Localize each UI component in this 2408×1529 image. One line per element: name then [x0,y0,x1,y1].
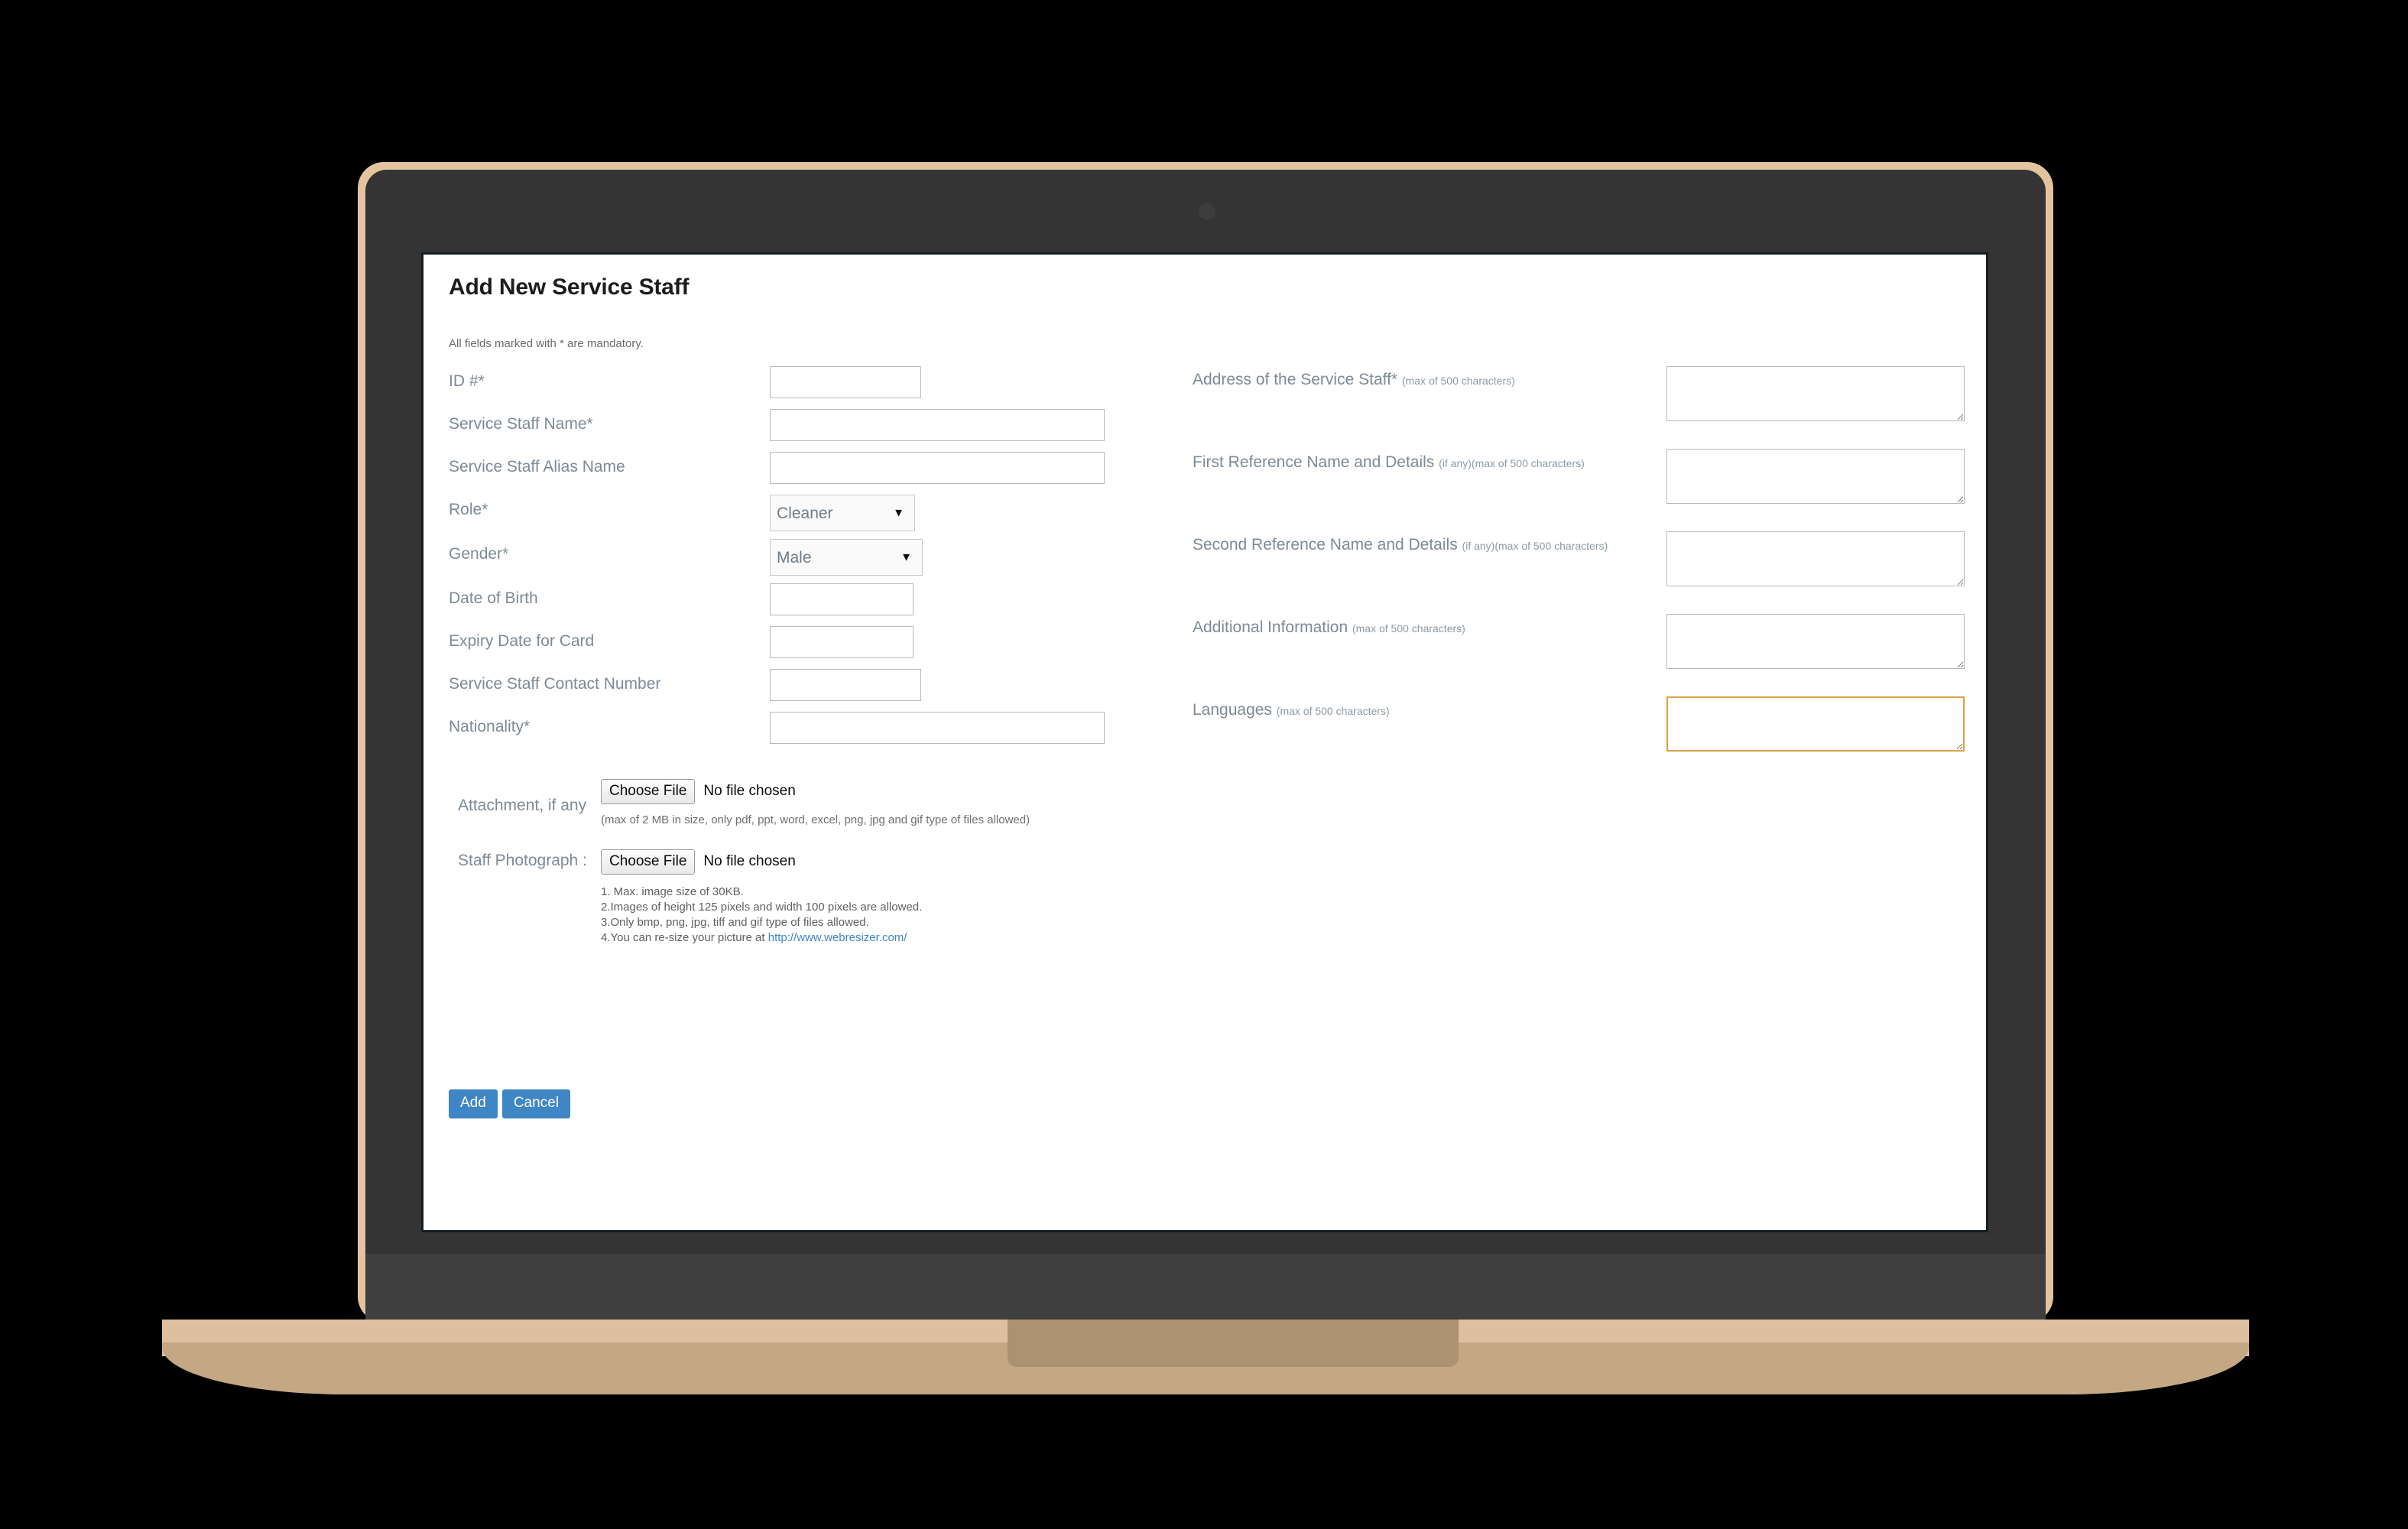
field-row-languages: Languages (max of 500 characters) [1193,696,1965,779]
photograph-rule-4: 4.You can re-size your picture at http:/… [601,931,907,944]
field-row-first-reference: First Reference Name and Details (if any… [1193,449,1965,531]
label-address-hint: (max of 500 characters) [1401,375,1515,387]
label-second-reference-hint: (if any)(max of 500 characters) [1462,540,1608,552]
field-row-address: Address of the Service Staff* (max of 50… [1193,366,1965,449]
staff-name-input[interactable] [770,409,1105,441]
contact-number-input[interactable] [770,669,921,701]
field-row-contact-number: Service Staff Contact Number [449,669,1152,712]
field-row-expiry-date: Expiry Date for Card [449,626,1152,669]
attachment-label: Attachment, if any [458,797,587,814]
right-form-column: Address of the Service Staff* (max of 50… [1193,366,1965,779]
label-address-text: Address of the Service Staff* [1193,371,1398,388]
second-reference-textarea[interactable] [1666,531,1965,586]
photograph-rule-3: 3.Only bmp, png, jpg, tiff and gif type … [601,916,869,929]
photograph-file-row: Choose File No file chosen [601,849,796,875]
field-row-gender: Gender* Male ▼ [449,539,1152,583]
attachment-file-status: No file chosen [703,783,796,800]
field-row-id: ID #* [449,366,1152,409]
laptop-deck [365,1254,2046,1327]
label-alias-name: Service Staff Alias Name [449,458,625,476]
form-page: Add New Service Staff All fields marked … [424,255,1986,1230]
label-second-reference: Second Reference Name and Details (if an… [1193,531,1666,556]
add-button[interactable]: Add [449,1089,498,1118]
label-additional-information-hint: (max of 500 characters) [1352,622,1465,635]
field-row-date-of-birth: Date of Birth [449,583,1152,626]
field-row-staff-name: Service Staff Name* [449,409,1152,452]
field-row-second-reference: Second Reference Name and Details (if an… [1193,531,1965,614]
role-select[interactable]: Cleaner [770,495,915,531]
field-row-role: Role* Cleaner ▼ [449,495,1152,539]
date-of-birth-input[interactable] [770,583,914,615]
browser-screen: Add New Service Staff All fields marked … [421,252,1988,1232]
form-actions: Add Cancel [449,1089,570,1118]
laptop-base-notch [1008,1320,1459,1367]
label-first-reference: First Reference Name and Details (if any… [1193,449,1666,473]
field-row-nationality: Nationality* [449,712,1152,755]
additional-information-textarea[interactable] [1666,614,1965,669]
attachment-choose-file-button[interactable]: Choose File [601,779,696,804]
id-input[interactable] [770,366,921,398]
left-form-column: ID #* Service Staff Name* Service Staff … [449,366,1152,755]
field-row-alias-name: Service Staff Alias Name [449,452,1152,495]
label-id: ID #* [449,372,485,390]
photograph-rule-2: 2.Images of height 125 pixels and width … [601,901,923,914]
languages-textarea[interactable] [1666,696,1965,752]
label-expiry-date: Expiry Date for Card [449,632,595,650]
photograph-label: Staff Photograph : [458,852,587,869]
field-row-additional-information: Additional Information (max of 500 chara… [1193,614,1965,696]
photograph-rule-4-text: 4.You can re-size your picture at [601,931,768,944]
photograph-rule-1: 1. Max. image size of 30KB. [601,885,744,898]
label-contact-number: Service Staff Contact Number [449,675,661,693]
photograph-choose-file-button[interactable]: Choose File [601,849,696,875]
label-role: Role* [449,501,488,518]
cancel-button[interactable]: Cancel [501,1089,570,1118]
attachment-hint: (max of 2 MB in size, only pdf, ppt, wor… [601,813,1030,826]
page-title: Add New Service Staff [449,274,690,300]
nationality-input[interactable] [770,712,1105,744]
label-date-of-birth: Date of Birth [449,589,538,607]
label-address: Address of the Service Staff* (max of 50… [1193,366,1666,391]
expiry-date-input[interactable] [770,626,914,658]
gender-select[interactable]: Male [770,539,923,576]
label-first-reference-text: First Reference Name and Details [1193,453,1435,471]
mandatory-fields-note: All fields marked with * are mandatory. [449,337,644,350]
label-staff-name: Service Staff Name* [449,415,593,433]
gender-select-wrapper: Male ▼ [770,539,923,576]
role-select-wrapper: Cleaner ▼ [770,495,915,531]
photograph-file-status: No file chosen [703,853,796,870]
label-second-reference-text: Second Reference Name and Details [1193,536,1458,553]
label-languages: Languages (max of 500 characters) [1193,696,1666,721]
label-first-reference-hint: (if any)(max of 500 characters) [1439,457,1585,469]
label-gender: Gender* [449,545,509,563]
alias-name-input[interactable] [770,452,1105,484]
webresizer-link[interactable]: http://www.webresizer.com/ [768,931,907,944]
label-additional-information-text: Additional Information [1193,618,1348,636]
attachment-file-row: Choose File No file chosen [601,779,796,804]
label-languages-text: Languages [1193,701,1272,719]
label-nationality: Nationality* [449,718,531,735]
address-textarea[interactable] [1666,366,1965,421]
label-additional-information: Additional Information (max of 500 chara… [1193,614,1666,638]
first-reference-textarea[interactable] [1666,449,1965,504]
label-languages-hint: (max of 500 characters) [1276,705,1390,717]
webcam-icon [1199,203,1215,220]
laptop-mockup-stage: Add New Service Staff All fields marked … [0,0,2408,1529]
